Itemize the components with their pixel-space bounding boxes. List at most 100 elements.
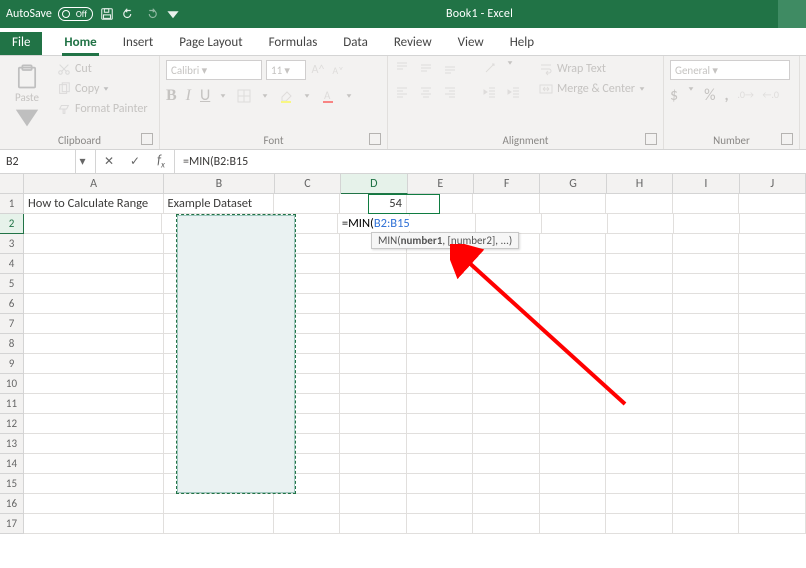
cell-B6[interactable]: 20: [164, 294, 274, 314]
cell-A13[interactable]: [24, 434, 164, 454]
tab-view[interactable]: View: [456, 32, 486, 55]
cell-A10[interactable]: [24, 374, 164, 394]
cell-H3[interactable]: [606, 234, 673, 254]
cell-I8[interactable]: [673, 334, 740, 354]
select-all-corner[interactable]: [0, 174, 24, 194]
qat-customize-icon[interactable]: [165, 6, 181, 22]
cell-A3[interactable]: [24, 234, 164, 254]
accounting-format-button[interactable]: $: [670, 86, 678, 105]
cell-D2[interactable]: =MIN(B2:B15: [338, 214, 410, 234]
number-format-select[interactable]: General▾: [670, 60, 790, 80]
cell-E5[interactable]: [407, 274, 474, 294]
cell-G11[interactable]: [540, 394, 607, 414]
tab-help[interactable]: Help: [508, 32, 536, 55]
tab-formulas[interactable]: Formulas: [267, 32, 320, 55]
col-header-I[interactable]: I: [673, 174, 739, 194]
cell-H4[interactable]: [606, 254, 673, 274]
cell-I15[interactable]: [673, 474, 740, 494]
cell-J11[interactable]: [739, 394, 806, 414]
cell-H14[interactable]: [606, 454, 673, 474]
row-header-8[interactable]: 8: [0, 334, 24, 354]
col-header-F[interactable]: F: [474, 174, 540, 194]
increase-font-icon[interactable]: A^: [310, 62, 326, 78]
cell-I17[interactable]: [673, 514, 740, 534]
cell-A7[interactable]: [24, 314, 164, 334]
cell-G8[interactable]: [540, 334, 607, 354]
autosave-toggle[interactable]: Off: [58, 7, 93, 21]
cell-D4[interactable]: [340, 254, 407, 274]
cell-B5[interactable]: 19: [164, 274, 274, 294]
row-header-17[interactable]: 17: [0, 514, 24, 534]
cell-D14[interactable]: [340, 454, 407, 474]
tab-data[interactable]: Data: [341, 32, 370, 55]
cell-I5[interactable]: [673, 274, 740, 294]
align-right-icon[interactable]: [442, 84, 458, 100]
cell-F16[interactable]: [473, 494, 540, 514]
cell-J2[interactable]: [740, 214, 806, 234]
cell-C13[interactable]: [274, 434, 341, 454]
cell-C10[interactable]: [274, 374, 341, 394]
redo-icon[interactable]: [143, 6, 159, 22]
cell-B11[interactable]: 53: [164, 394, 274, 414]
cell-H1[interactable]: [606, 194, 673, 214]
cell-J16[interactable]: [739, 494, 806, 514]
border-button[interactable]: [236, 88, 252, 104]
cell-A9[interactable]: [24, 354, 164, 374]
cell-B4[interactable]: 8: [164, 254, 274, 274]
tab-review[interactable]: Review: [392, 32, 434, 55]
cell-H10[interactable]: [606, 374, 673, 394]
cell-I7[interactable]: [673, 314, 740, 334]
cell-H9[interactable]: [606, 354, 673, 374]
col-header-J[interactable]: J: [740, 174, 806, 194]
cell-F15[interactable]: [473, 474, 540, 494]
cell-I6[interactable]: [673, 294, 740, 314]
wrap-text-button[interactable]: Wrap Text: [534, 60, 650, 78]
cell-C17[interactable]: [274, 514, 341, 534]
col-header-C[interactable]: C: [275, 174, 341, 194]
enter-button[interactable]: ✓: [122, 150, 148, 173]
cell-A12[interactable]: [24, 414, 164, 434]
cell-H11[interactable]: [606, 394, 673, 414]
cell-H16[interactable]: [606, 494, 673, 514]
cell-I3[interactable]: [673, 234, 740, 254]
cell-B1[interactable]: Example Dataset: [164, 194, 274, 214]
cell-F6[interactable]: [473, 294, 540, 314]
cell-C15[interactable]: [274, 474, 341, 494]
col-header-B[interactable]: B: [164, 174, 275, 194]
cell-C1[interactable]: [274, 194, 341, 214]
cell-D8[interactable]: [340, 334, 407, 354]
cell-I9[interactable]: [673, 354, 740, 374]
cell-E17[interactable]: [407, 514, 474, 534]
cell-E4[interactable]: [407, 254, 474, 274]
cell-I1[interactable]: [673, 194, 740, 214]
cell-C9[interactable]: [274, 354, 341, 374]
cell-F4[interactable]: [473, 254, 540, 274]
cell-E2[interactable]: [410, 214, 476, 234]
row-header-15[interactable]: 15: [0, 474, 24, 494]
cell-E10[interactable]: [407, 374, 474, 394]
cell-B7[interactable]: 32: [164, 314, 274, 334]
cancel-button[interactable]: ✕: [96, 150, 122, 173]
cell-G1[interactable]: [540, 194, 607, 214]
align-middle-icon[interactable]: [418, 60, 434, 76]
percent-format-button[interactable]: %: [704, 86, 715, 105]
cell-C12[interactable]: [274, 414, 341, 434]
cell-D11[interactable]: [340, 394, 407, 414]
cell-F10[interactable]: [473, 374, 540, 394]
cell-D10[interactable]: [340, 374, 407, 394]
row-header-16[interactable]: 16: [0, 494, 24, 514]
tab-page-layout[interactable]: Page Layout: [177, 32, 244, 55]
cell-J4[interactable]: [739, 254, 806, 274]
undo-icon[interactable]: [121, 6, 137, 22]
cell-C14[interactable]: [274, 454, 341, 474]
comma-format-button[interactable]: ,: [725, 86, 729, 105]
row-header-5[interactable]: 5: [0, 274, 24, 294]
row-header-1[interactable]: 1: [0, 194, 24, 214]
cell-D17[interactable]: [340, 514, 407, 534]
cell-B2[interactable]: 2: [162, 214, 271, 234]
cell-J14[interactable]: [739, 454, 806, 474]
underline-button[interactable]: U: [200, 86, 210, 105]
decrease-indent-icon[interactable]: [482, 84, 498, 100]
cell-F14[interactable]: [473, 454, 540, 474]
tab-home[interactable]: Home: [62, 32, 98, 55]
